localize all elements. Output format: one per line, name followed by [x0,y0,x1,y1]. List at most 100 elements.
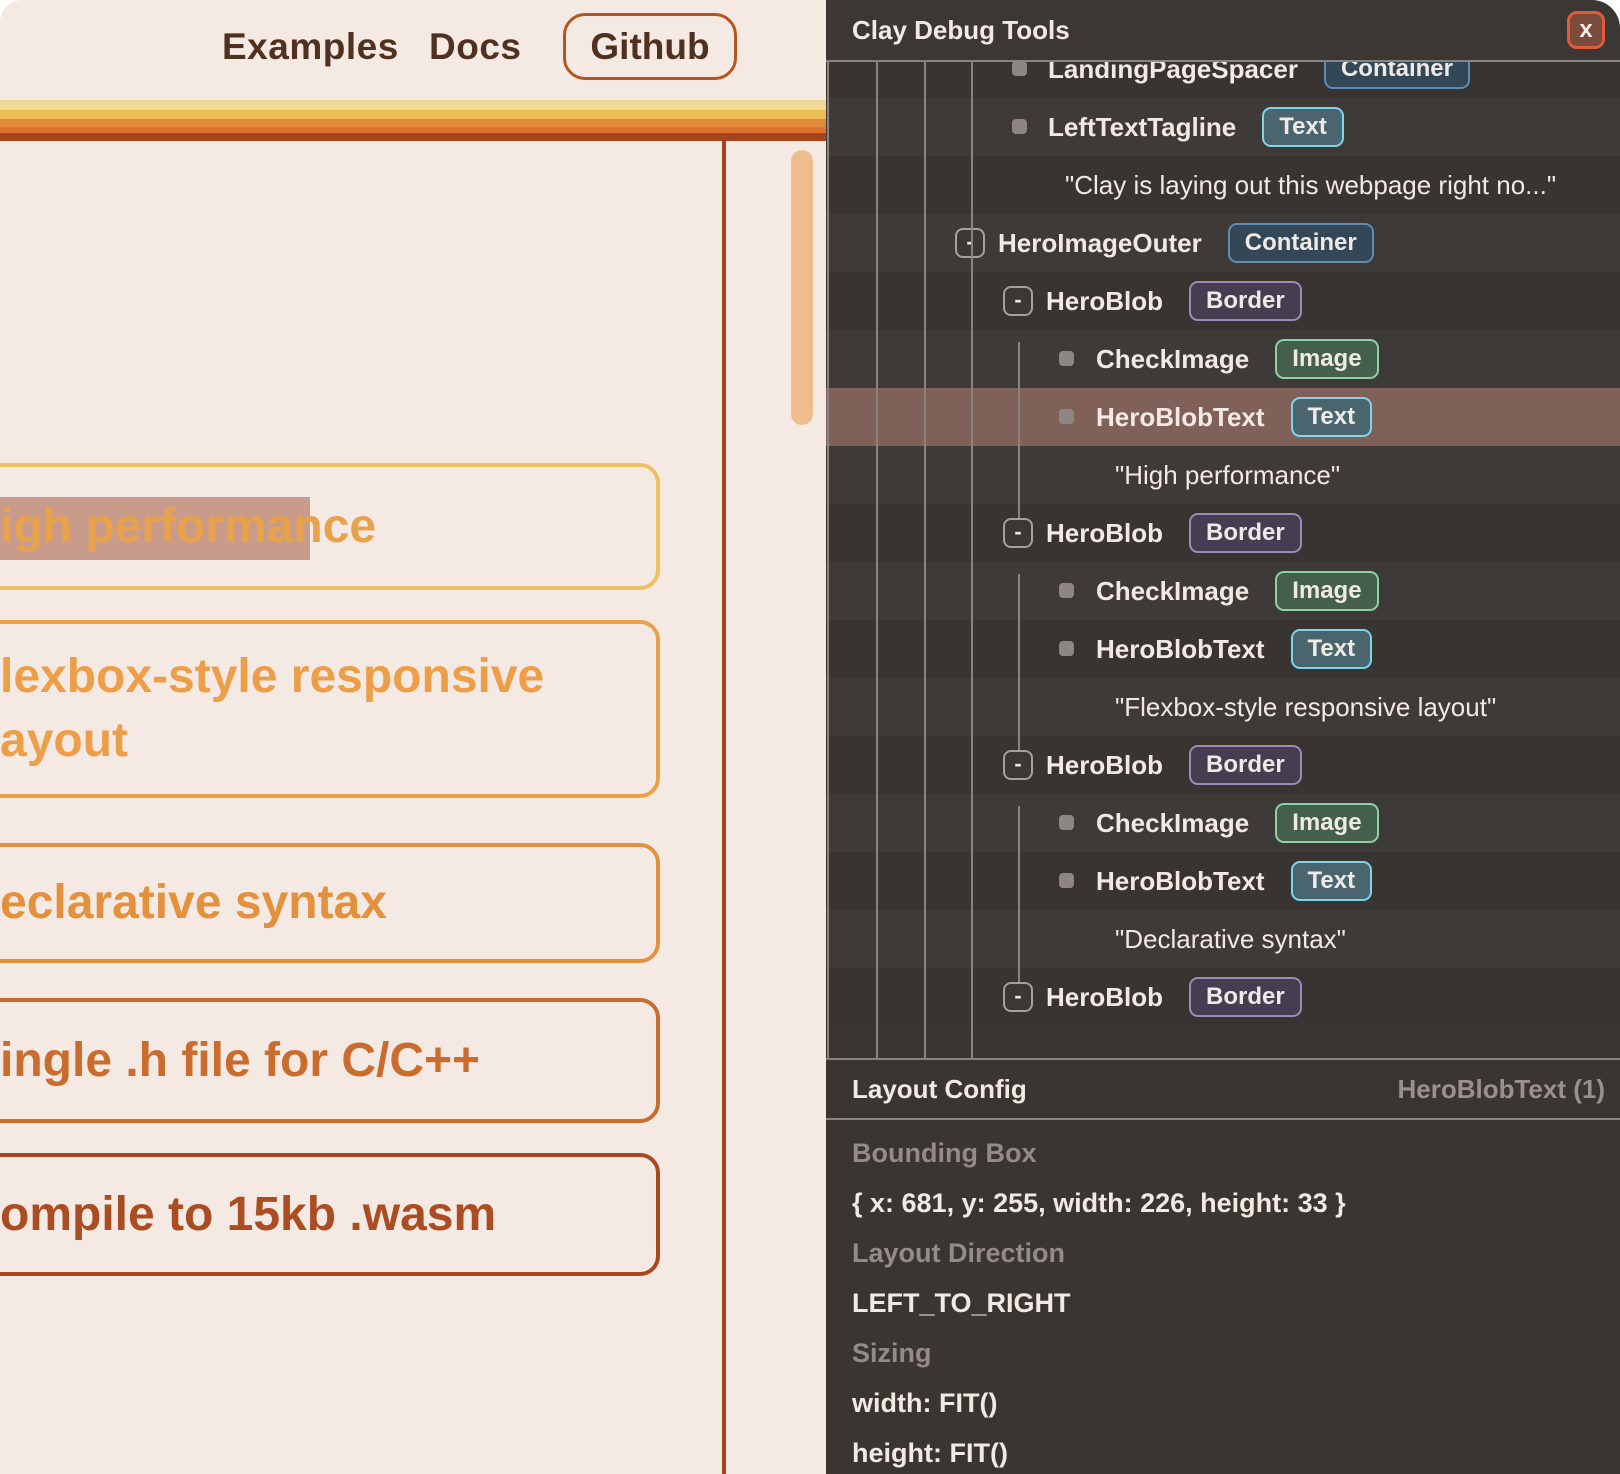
element-tree: LandingPageSpacerContainerLeftTextTaglin… [826,0,1620,1058]
element-name: CheckImage [1096,576,1249,607]
page-column-divider [722,141,726,1474]
debug-panel-header: Clay Debug Tools x [826,0,1620,62]
element-type-badge: Text [1291,397,1373,437]
tree-row-HeroBlob[interactable]: -HeroBlob Border [826,968,1620,1026]
leaf-bullet-icon [1059,641,1074,656]
element-name: CheckImage [1096,344,1249,375]
tree-row-string[interactable]: "Declarative syntax" [826,910,1620,968]
indent-guide-line [971,62,973,1058]
nav-link-examples[interactable]: Examples [222,26,399,68]
text-content-preview: "High performance" [1115,446,1340,504]
child-connector-line [1018,342,1020,518]
webpage-preview: Examples Docs Github igh performance lexb… [0,0,826,1474]
element-name: HeroBlob [1046,518,1163,549]
element-name: HeroBlobText [1096,402,1265,433]
element-name: HeroBlob [1046,286,1163,317]
header-stripe-band [0,100,826,110]
tree-row-LeftTextTagline[interactable]: LeftTextTagline Text [826,98,1620,156]
collapse-icon[interactable]: - [1003,982,1033,1012]
github-button[interactable]: Github [563,13,737,80]
config-value: { x: 681, y: 255, width: 226, height: 33… [852,1178,1605,1228]
element-name: HeroImageOuter [998,228,1202,259]
indent-guide-line [924,62,926,1058]
config-section-label: Layout Direction [852,1228,1605,1278]
tree-row-HeroBlob[interactable]: -HeroBlob Border [826,272,1620,330]
feature-box: lexbox-style responsiveayout [0,620,660,798]
config-value: width: FIT() [852,1378,1605,1428]
text-content-preview: "Flexbox-style responsive layout" [1115,678,1496,736]
element-name: HeroBlob [1046,982,1163,1013]
leaf-bullet-icon [1059,351,1074,366]
config-section-label: Bounding Box [852,1128,1605,1178]
element-name: HeroBlobText [1096,634,1265,665]
tree-row-HeroBlob[interactable]: -HeroBlob Border [826,504,1620,562]
element-type-badge: Text [1291,861,1373,901]
element-name: HeroBlob [1046,750,1163,781]
tree-row-string[interactable]: "High performance" [826,446,1620,504]
tree-row-string[interactable]: "Flexbox-style responsive layout" [826,678,1620,736]
feature-box: eclarative syntax [0,843,660,963]
tree-row-HeroBlobText[interactable]: HeroBlobText Text [826,388,1620,446]
collapse-icon[interactable]: - [1003,750,1033,780]
tree-row-CheckImage[interactable]: CheckImageImage [826,562,1620,620]
config-value: LEFT_TO_RIGHT [852,1278,1605,1328]
feature-box-text: eclarative syntax [0,871,656,935]
element-type-badge: Container [1228,223,1374,263]
child-connector-line [1018,806,1020,982]
header-stripe-band [0,119,826,127]
feature-box-text: lexbox-style responsive [0,645,656,709]
element-type-badge: Text [1291,629,1373,669]
feature-box: igh performance [0,463,660,590]
tree-row-HeroBlobText[interactable]: HeroBlobText Text [826,852,1620,910]
layout-config-header: Layout Config HeroBlobText (1) [826,1058,1620,1120]
feature-box: ingle .h file for C/C++ [0,998,660,1123]
text-content-preview: "Declarative syntax" [1115,910,1346,968]
header-stripe-band [0,110,826,119]
layout-config-title: Layout Config [852,1074,1027,1105]
element-name: LeftTextTagline [1048,112,1236,143]
clay-debug-panel: LandingPageSpacerContainerLeftTextTaglin… [826,0,1620,1474]
leaf-bullet-icon [1012,119,1027,134]
nav-link-docs[interactable]: Docs [429,26,521,68]
layout-config-body: Bounding Box{ x: 681, y: 255, width: 226… [852,1128,1605,1474]
tree-row-CheckImage[interactable]: CheckImage Image [826,794,1620,852]
feature-box: ompile to 15kb .wasm [0,1153,660,1276]
element-type-badge: Image [1275,339,1378,379]
leaf-bullet-icon [1059,815,1074,830]
leaf-bullet-icon [1059,873,1074,888]
header-stripe-band [0,133,826,141]
indent-guide-line [876,62,878,1058]
child-connector-line [1018,574,1020,750]
leaf-bullet-icon [1059,583,1074,598]
feature-box-text: ayout [0,709,656,773]
element-type-badge: Border [1189,513,1302,553]
tree-row-HeroImageOuter[interactable]: -HeroImageOuter Container [826,214,1620,272]
page-scrollbar-thumb[interactable] [791,150,813,425]
text-content-preview: "Clay is laying out this webpage right n… [1065,156,1556,214]
element-type-badge: Text [1262,107,1344,147]
element-type-badge: Border [1189,745,1302,785]
close-icon[interactable]: x [1567,11,1605,49]
collapse-icon[interactable]: - [1003,286,1033,316]
element-type-badge: Image [1275,803,1378,843]
feature-box-text: igh performance [0,495,656,559]
debug-panel-title: Clay Debug Tools [852,0,1070,60]
element-name: CheckImage [1096,808,1249,839]
leaf-bullet-icon [1059,409,1074,424]
tree-row-HeroBlob[interactable]: -HeroBlob Border [826,736,1620,794]
tree-row-CheckImage[interactable]: CheckImage Image [826,330,1620,388]
selected-element-label: HeroBlobText (1) [1397,1074,1605,1105]
tree-row-string[interactable]: "Clay is laying out this webpage right n… [826,156,1620,214]
tree-row-HeroBlobText[interactable]: HeroBlobText Text [826,620,1620,678]
element-type-badge: Border [1189,977,1302,1017]
element-name: HeroBlobText [1096,866,1265,897]
leaf-bullet-icon [1012,61,1027,76]
config-value: height: FIT() [852,1428,1605,1474]
collapse-icon[interactable]: - [1003,518,1033,548]
app-window: Examples Docs Github igh performance lexb… [0,0,1620,1474]
config-section-label: Sizing [852,1328,1605,1378]
element-type-badge: Border [1189,281,1302,321]
feature-box-text: ingle .h file for C/C++ [0,1029,656,1093]
collapse-icon[interactable]: - [955,228,985,258]
indent-guide-line [827,62,829,1058]
